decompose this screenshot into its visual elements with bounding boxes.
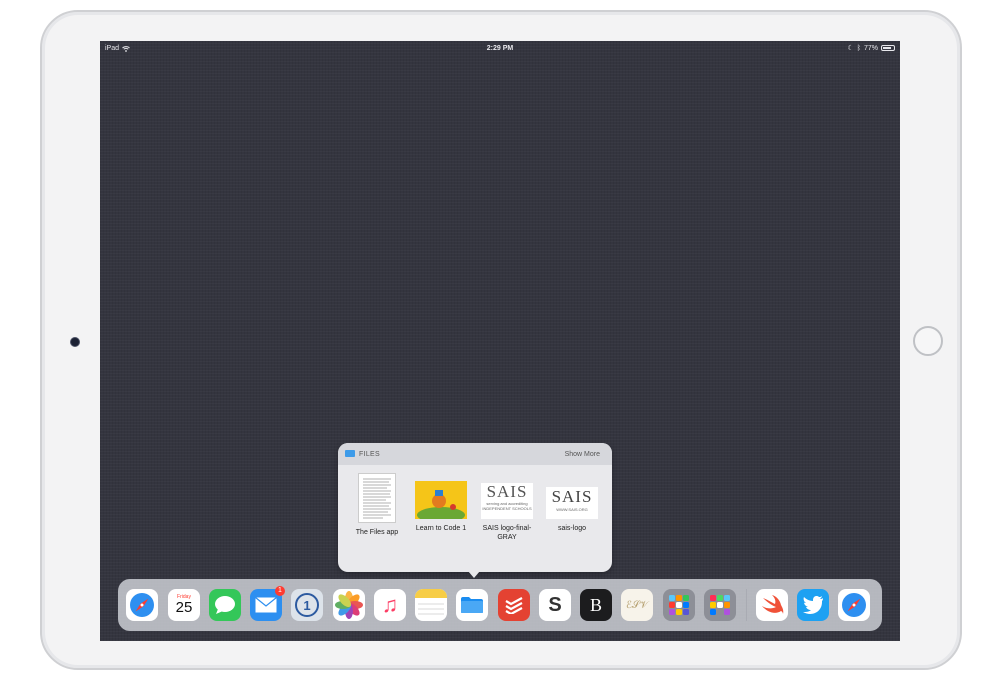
todoist-icon[interactable] <box>498 589 530 621</box>
music-icon[interactable]: ♫ <box>374 589 406 621</box>
moon-icon: ☾ <box>847 45 854 52</box>
clock: 2:29 PM <box>486 45 514 52</box>
unread-badge: 1 <box>275 586 285 596</box>
playground-thumbnail <box>415 481 467 519</box>
recent-file[interactable]: The Files app <box>346 473 408 537</box>
file-name: Learn to Code 1 <box>415 525 467 532</box>
recent-file[interactable]: Learn to Code 1 <box>410 473 472 533</box>
folder-icon[interactable] <box>704 589 736 621</box>
messages-icon[interactable] <box>209 589 241 621</box>
dock-separator <box>746 589 747 621</box>
folder-icon <box>345 450 355 457</box>
battery-icon <box>881 45 895 51</box>
recent-file[interactable]: SAIS serving and accrediting INDEPENDENT… <box>476 473 538 542</box>
popup-title: FILES <box>359 451 380 458</box>
twitter-icon[interactable] <box>797 589 829 621</box>
files-icon[interactable] <box>456 589 488 621</box>
monogram-icon[interactable]: ℰ𝒮𝒱 <box>621 589 653 621</box>
battery-percent: 77% <box>863 44 878 52</box>
safari-icon[interactable] <box>838 589 870 621</box>
files-quick-actions-popup: FILES Show More The Files app Learn to C… <box>338 443 612 578</box>
mail-icon[interactable]: 1 <box>250 586 285 621</box>
calendar-icon[interactable]: Friday 25 <box>168 589 200 621</box>
file-name: The Files app <box>355 529 399 536</box>
file-name: SAIS logo-final-GRAY <box>482 525 532 541</box>
swift-playgrounds-icon[interactable] <box>756 589 788 621</box>
recent-file[interactable]: SAIS WWW.SAIS.ORG sais-logo <box>541 473 603 533</box>
notes-icon[interactable] <box>415 589 447 621</box>
battery-level <box>883 47 891 49</box>
home-screen: iPad 2:29 PM ☾ ᛒ 77% FILES Show More The… <box>100 41 900 641</box>
front-camera <box>70 337 80 347</box>
home-button[interactable] <box>913 326 943 356</box>
popup-header: FILES Show More <box>338 443 612 465</box>
sais-logo-thumbnail: SAIS serving and accrediting INDEPENDENT… <box>481 483 533 519</box>
1password-icon[interactable]: 1 <box>291 589 323 621</box>
document-thumbnail <box>358 473 396 523</box>
file-name: sais-logo <box>557 525 586 532</box>
safari-icon[interactable] <box>126 589 158 621</box>
photos-icon[interactable] <box>333 589 365 621</box>
status-bar: iPad 2:29 PM ☾ ᛒ 77% <box>100 41 900 57</box>
popup-pointer <box>468 571 480 578</box>
show-more-button[interactable]: Show More <box>565 451 600 458</box>
bluetooth-icon: ᛒ <box>856 44 861 52</box>
slack-icon[interactable]: S <box>539 589 571 621</box>
sais-logo-thumbnail: SAIS WWW.SAIS.ORG <box>546 487 598 519</box>
folder-icon[interactable] <box>663 589 695 621</box>
dock: Friday 25 1 1 ♫ S B ℰ𝒮𝒱 <box>118 579 882 631</box>
bear-icon[interactable]: B <box>580 589 612 621</box>
